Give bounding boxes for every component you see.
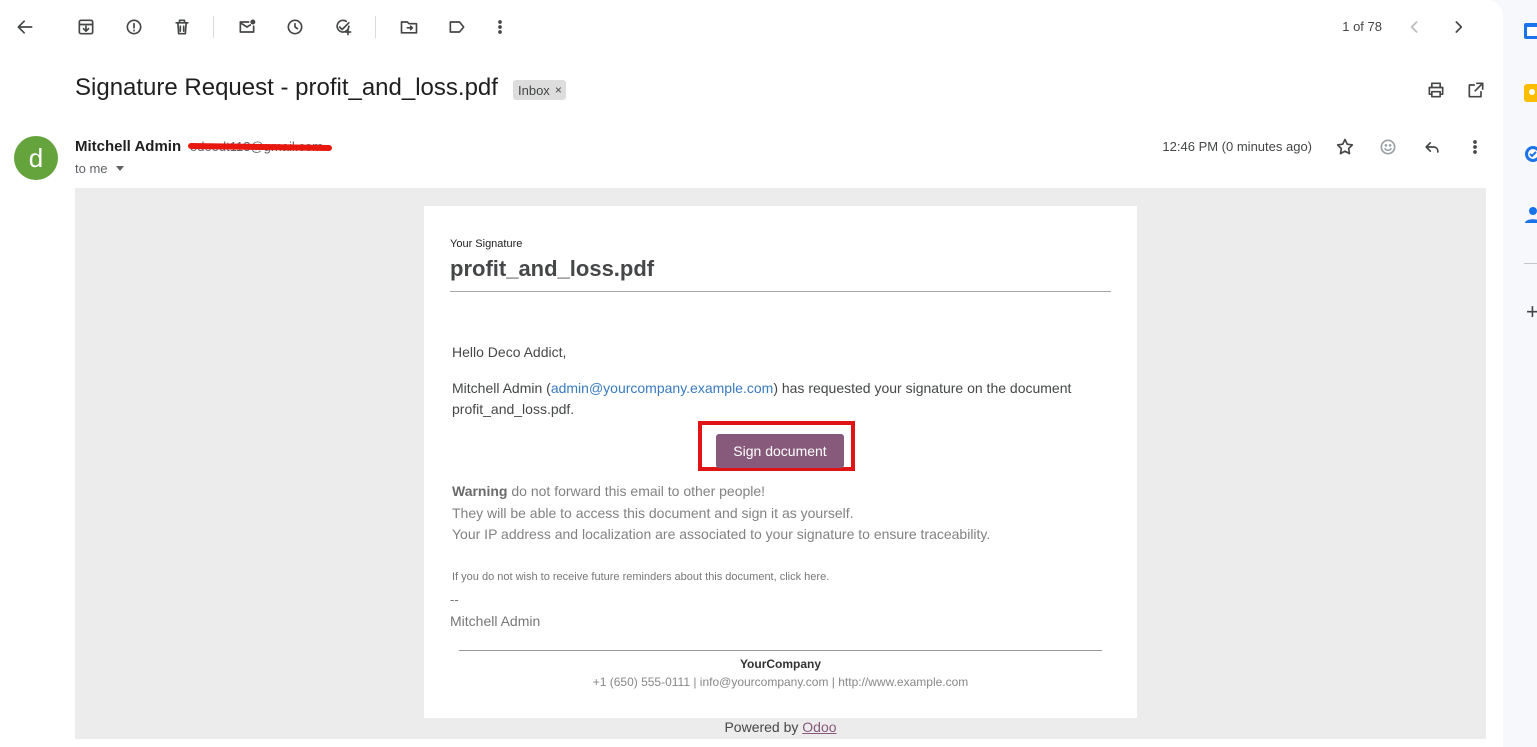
delete-icon[interactable]	[170, 15, 194, 39]
sign-document-button[interactable]: Sign document	[716, 434, 844, 468]
odoo-link[interactable]: Odoo	[802, 719, 836, 735]
more-vert-icon[interactable]	[488, 15, 512, 39]
emoji-reaction-icon[interactable]	[1376, 135, 1400, 159]
move-to-icon[interactable]	[397, 15, 421, 39]
request-prefix: Mitchell Admin (	[452, 380, 551, 396]
company-name: YourCompany	[739, 657, 822, 671]
chevron-left-icon[interactable]	[1403, 15, 1427, 39]
footer-divider	[459, 650, 1102, 651]
odoo-email-card: Your Signature profit_and_loss.pdf Hello…	[424, 206, 1137, 718]
message-time: 12:46 PM (0 minutes ago)	[1162, 139, 1312, 154]
calendar-icon[interactable]	[1523, 21, 1537, 41]
print-icon[interactable]	[1424, 78, 1448, 102]
reminder-optout[interactable]: If you do not wish to receive future rem…	[452, 571, 829, 583]
gmail-message-view: 1 of 78 Signature Request - profit_and_l…	[0, 0, 1503, 747]
open-in-new-window-icon[interactable]	[1464, 78, 1488, 102]
avatar[interactable]: d	[14, 136, 58, 180]
report-spam-icon[interactable]	[122, 15, 146, 39]
pager-count[interactable]: 1 of 78	[1322, 19, 1382, 34]
message-more-icon[interactable]	[1463, 135, 1487, 159]
warning-label: Warning	[452, 483, 508, 499]
star-icon[interactable]	[1333, 135, 1357, 159]
warning-text: do not forward this email to other peopl…	[507, 483, 766, 499]
keep-icon[interactable]	[1523, 83, 1537, 103]
toolbar-divider	[213, 16, 214, 38]
email-pre-title: Your Signature	[450, 238, 523, 250]
archive-icon[interactable]	[74, 15, 98, 39]
warning-line2: They will be able to access this documen…	[452, 504, 854, 521]
snooze-icon[interactable]	[283, 15, 307, 39]
label-chip-text: Inbox	[518, 82, 550, 98]
powered-by: Powered by Odoo	[75, 719, 1486, 735]
email-subject: Signature Request - profit_and_loss.pdf	[75, 74, 498, 101]
powered-prefix: Powered by	[724, 719, 803, 735]
sender-name[interactable]: Mitchell Admin	[75, 138, 181, 155]
label-chip-inbox[interactable]: Inbox ×	[513, 80, 566, 100]
caret-down-icon	[115, 166, 124, 171]
add-addon-icon[interactable]: +	[1526, 299, 1537, 325]
request-text: Mitchell Admin (admin@yourcompany.exampl…	[452, 378, 1071, 420]
chevron-right-icon[interactable]	[1446, 15, 1470, 39]
requester-email-link[interactable]: admin@yourcompany.example.com	[551, 380, 774, 396]
tasks-icon[interactable]	[1523, 144, 1537, 164]
request-line2: profit_and_loss.pdf.	[452, 401, 575, 417]
document-title: profit_and_loss.pdf	[450, 256, 655, 281]
side-panel-divider	[1524, 263, 1537, 264]
signature-name: Mitchell Admin	[450, 613, 541, 629]
email-body: Your Signature profit_and_loss.pdf Hello…	[75, 188, 1486, 739]
mark-unread-icon[interactable]	[235, 15, 259, 39]
label-icon[interactable]	[445, 15, 469, 39]
greeting: Hello Deco Addict,	[452, 344, 567, 360]
signature-separator: --	[450, 592, 459, 607]
warning-block: Warning do not forward this email to oth…	[452, 481, 990, 546]
recipient-details-toggle[interactable]: to me	[75, 161, 124, 176]
back-arrow-icon[interactable]	[13, 15, 37, 39]
request-suffix: ) has requested your signature on the do…	[773, 380, 1072, 396]
company-contacts: +1 (650) 555-0111 | info@yourcompany.com…	[592, 675, 969, 689]
title-divider	[450, 291, 1111, 292]
recipient-text: to me	[75, 161, 108, 176]
reply-icon[interactable]	[1420, 135, 1444, 159]
contacts-icon[interactable]	[1523, 205, 1537, 225]
add-to-tasks-icon[interactable]	[331, 15, 355, 39]
warning-line3: Your IP address and localization are ass…	[452, 526, 991, 542]
toolbar-divider	[375, 16, 376, 38]
label-chip-close[interactable]: ×	[555, 83, 562, 97]
